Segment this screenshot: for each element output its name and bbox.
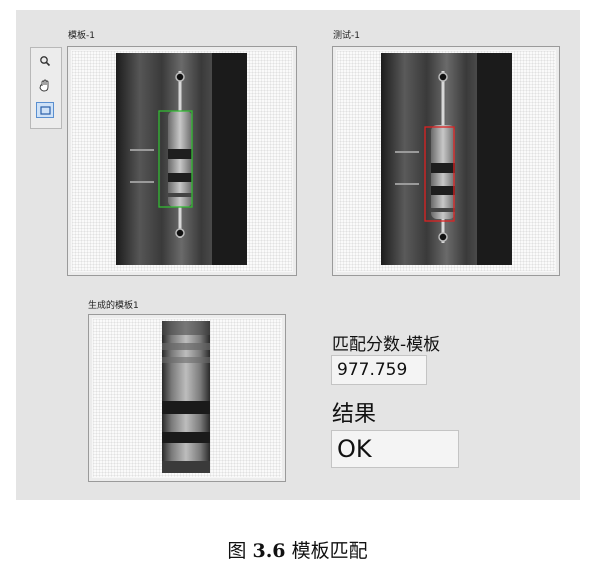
test-view-title: 测试-1	[333, 31, 360, 41]
generated-template-display[interactable]	[88, 314, 286, 482]
generated-view-title: 生成的模板1	[88, 301, 139, 311]
score-value-box: 977.759	[331, 355, 427, 385]
template-image-display[interactable]	[67, 46, 297, 276]
pan-hand-icon[interactable]	[36, 77, 54, 93]
template-view-title: 模板-1	[68, 31, 95, 41]
resistor-image	[116, 53, 247, 265]
result-value-box: OK	[331, 430, 459, 468]
rectangle-roi-icon[interactable]	[36, 102, 54, 118]
zoom-icon[interactable]	[36, 53, 54, 69]
tool-palette	[30, 47, 62, 129]
caption-text: 模板匹配	[285, 540, 368, 562]
score-label: 匹配分数-模板	[332, 335, 441, 355]
caption-prefix: 图	[227, 540, 253, 562]
figure-number: 3.6	[252, 540, 286, 562]
template-crop-image	[162, 321, 210, 473]
figure-caption: 图 3.6 模板匹配	[0, 536, 595, 563]
result-label: 结果	[332, 402, 377, 427]
resistor-image	[381, 53, 512, 265]
test-image-display[interactable]	[332, 46, 560, 276]
